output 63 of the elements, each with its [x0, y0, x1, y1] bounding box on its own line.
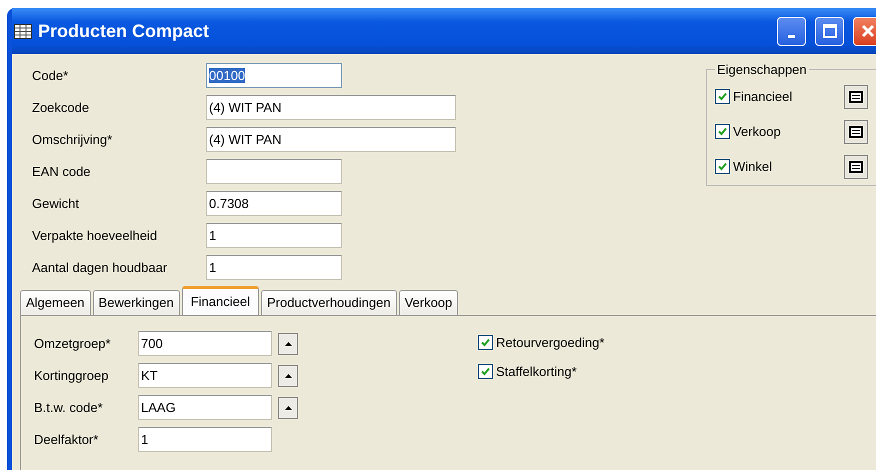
field-label: Gewicht: [32, 196, 80, 211]
checkbox[interactable]: [715, 159, 730, 174]
field-label: EAN code: [32, 164, 92, 179]
check-icon: [481, 338, 490, 347]
check-icon: [481, 367, 490, 376]
close-icon: [860, 24, 874, 38]
checkbox-label: Winkel: [733, 159, 772, 174]
minimize-button[interactable]: [777, 16, 806, 46]
grid-icon: [14, 24, 32, 38]
close-button[interactable]: [853, 16, 876, 46]
triangle-icon: [284, 406, 292, 410]
checkbox-label: Financieel: [733, 89, 792, 104]
group-title: Eigenschappen: [716, 62, 808, 77]
details-button[interactable]: [844, 154, 868, 178]
tab[interactable]: Verkoop: [398, 290, 458, 315]
lookup-button[interactable]: [278, 396, 298, 418]
input-field[interactable]: LAAG: [138, 395, 272, 420]
lookup-button[interactable]: [278, 364, 298, 386]
input-field[interactable]: KT: [138, 363, 272, 388]
input-field[interactable]: 1: [138, 427, 272, 452]
input-field[interactable]: 700: [138, 331, 272, 356]
details-button[interactable]: [844, 84, 868, 108]
checkbox[interactable]: [715, 89, 730, 104]
input-field[interactable]: (4) WIT PAN: [206, 127, 456, 152]
field-label: B.t.w. code*: [34, 400, 104, 415]
field-label: Aantal dagen houdbaar: [32, 260, 168, 275]
maximize-icon: [822, 24, 836, 38]
form-icon: [849, 90, 863, 102]
checkbox[interactable]: [478, 335, 493, 350]
checkbox[interactable]: [715, 124, 730, 139]
input-field[interactable]: (4) WIT PAN: [206, 95, 456, 120]
check-icon: [718, 127, 727, 136]
field-label: Deelfaktor*: [34, 432, 100, 447]
input-field[interactable]: 1: [206, 223, 342, 248]
check-icon: [718, 162, 727, 171]
check-icon: [718, 92, 727, 101]
checkbox-label: Verkoop: [733, 124, 781, 139]
input-field[interactable]: [206, 159, 342, 184]
tab[interactable]: Financieel: [182, 286, 259, 316]
field-label: Omschrijving*: [32, 132, 114, 147]
form-icon: [849, 126, 863, 138]
triangle-icon: [284, 374, 292, 378]
triangle-icon: [284, 342, 292, 346]
tab[interactable]: Algemeen: [20, 290, 91, 315]
field-label: Kortinggroep: [34, 368, 110, 383]
tab[interactable]: Bewerkingen: [92, 290, 180, 315]
field-label: Omzetgroep*: [34, 336, 112, 351]
window-title: Producten Compact: [38, 20, 210, 42]
input-field[interactable]: 1: [206, 255, 342, 280]
lookup-button[interactable]: [278, 332, 298, 354]
checkbox[interactable]: [478, 364, 493, 379]
input-field[interactable]: 0.7308: [206, 191, 342, 216]
checkbox-label: Retourvergoeding*: [496, 335, 604, 350]
maximize-button[interactable]: [815, 16, 844, 46]
field-label: Zoekcode: [32, 100, 90, 115]
details-button[interactable]: [844, 120, 868, 144]
minimize-icon: [788, 34, 795, 38]
checkbox-label: Staffelkorting*: [496, 364, 577, 379]
field-label: Verpakte hoeveelheid: [32, 228, 158, 243]
tab[interactable]: Productverhoudingen: [260, 290, 397, 315]
field-label: Code*: [32, 68, 70, 83]
form-icon: [849, 160, 863, 172]
input-field[interactable]: 00100: [206, 63, 342, 88]
